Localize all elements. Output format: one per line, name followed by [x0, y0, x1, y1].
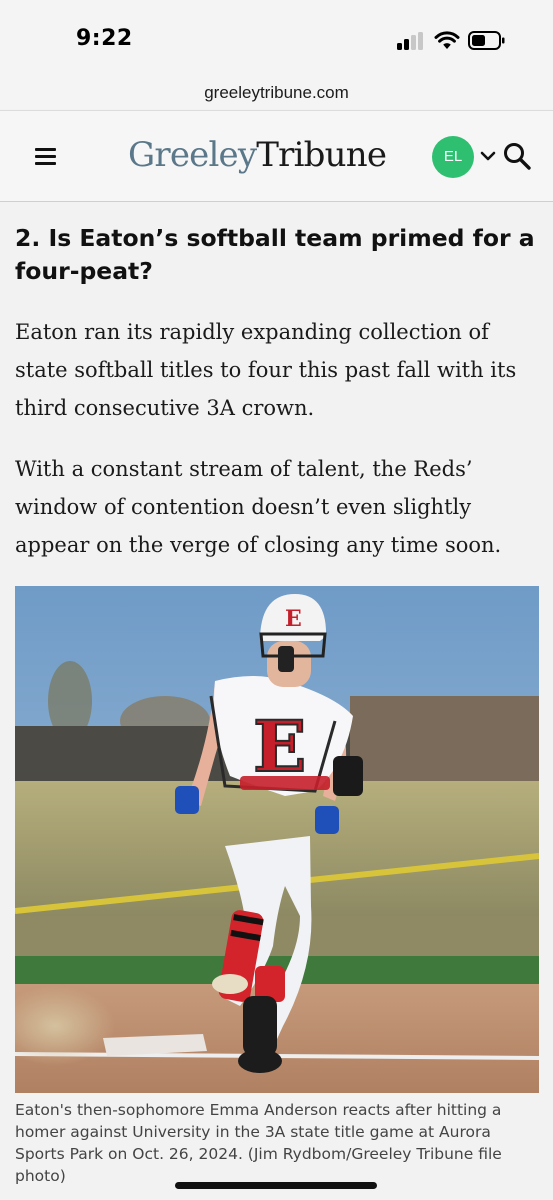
- svg-text:E: E: [285, 606, 302, 632]
- logo-tribune: Tribune: [256, 135, 387, 175]
- article-body: 2. Is Eaton’s softball team primed for a…: [0, 202, 553, 1200]
- article-headline: 2. Is Eaton’s softball team primed for a…: [15, 224, 535, 285]
- svg-text:E: E: [253, 705, 306, 788]
- logo-greeley: Greeley: [128, 135, 257, 175]
- article-photo[interactable]: E E: [15, 586, 539, 1093]
- site-header: GreeleyTribune EL: [0, 110, 553, 202]
- url-text: greeleytribune.com: [204, 83, 349, 102]
- site-logo[interactable]: GreeleyTribune: [128, 135, 387, 175]
- photo-caption: Eaton's then-sophomore Emma Anderson rea…: [15, 1101, 502, 1185]
- cellular-signal-icon: [397, 32, 425, 50]
- chevron-down-icon[interactable]: [479, 149, 497, 163]
- battery-icon: [468, 31, 505, 50]
- status-bar: 9:22: [0, 0, 553, 80]
- status-time: 9:22: [76, 26, 133, 51]
- user-avatar[interactable]: EL: [432, 136, 474, 178]
- article-paragraph: With a constant stream of talent, the Re…: [15, 457, 502, 557]
- hamburger-menu-icon[interactable]: [35, 148, 56, 165]
- search-icon[interactable]: [502, 141, 532, 171]
- browser-url-bar[interactable]: greeleytribune.com: [0, 80, 553, 110]
- article-paragraph: Eaton ran its rapidly expanding collecti…: [15, 320, 517, 420]
- home-indicator[interactable]: [175, 1182, 377, 1189]
- wifi-icon: [434, 31, 460, 49]
